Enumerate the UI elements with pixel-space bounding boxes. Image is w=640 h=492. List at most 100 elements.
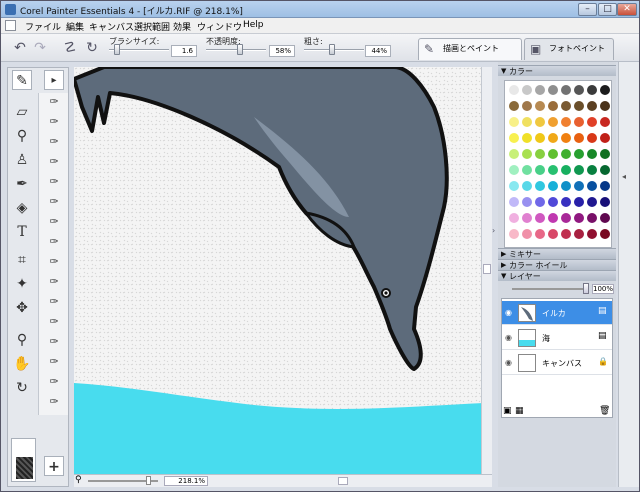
color-swatch[interactable] bbox=[522, 117, 532, 127]
color-swatch[interactable] bbox=[509, 149, 519, 159]
layer-options-icon[interactable]: ▦ bbox=[515, 406, 524, 416]
color-swatch[interactable] bbox=[535, 213, 545, 223]
vscroll-thumb[interactable] bbox=[483, 264, 491, 274]
color-swatch[interactable] bbox=[574, 165, 584, 175]
color-swatch[interactable] bbox=[600, 229, 610, 239]
menu-effects[interactable]: 効果 bbox=[173, 20, 191, 33]
color-swatch[interactable] bbox=[600, 101, 610, 111]
grain-value[interactable]: 44% bbox=[365, 45, 391, 57]
brush-variant-icon-15[interactable]: ✑ bbox=[45, 375, 63, 389]
maximize-button[interactable]: □ bbox=[598, 3, 617, 16]
color-swatch[interactable] bbox=[548, 165, 558, 175]
tab-paint[interactable]: ✎ 描画とペイント bbox=[418, 38, 522, 60]
color-swatch[interactable] bbox=[522, 229, 532, 239]
brush-size-thumb[interactable] bbox=[114, 44, 120, 55]
color-swatch[interactable] bbox=[522, 101, 532, 111]
brush-variant-icon-14[interactable]: ✑ bbox=[45, 355, 63, 369]
collapse-side-icon[interactable]: ◂ bbox=[622, 172, 626, 181]
brush-variant-icon-12[interactable]: ✑ bbox=[45, 315, 63, 329]
color-swatch[interactable] bbox=[522, 197, 532, 207]
color-swatch[interactable] bbox=[535, 197, 545, 207]
color-swatch[interactable] bbox=[561, 101, 571, 111]
color-swatch[interactable] bbox=[600, 149, 610, 159]
menu-help[interactable]: Help bbox=[243, 20, 264, 30]
layer-opacity-slider[interactable] bbox=[512, 288, 586, 290]
brush-variant-icon-3[interactable]: ✑ bbox=[45, 135, 63, 149]
layer-row-dolphin[interactable]: ◉ イルカ ▤ bbox=[502, 301, 612, 325]
brush-library-arrow-icon[interactable]: ▸ bbox=[44, 70, 64, 90]
color-swatch[interactable] bbox=[548, 181, 558, 191]
color-swatch[interactable] bbox=[561, 149, 571, 159]
color-swatch[interactable] bbox=[574, 101, 584, 111]
color-swatch[interactable] bbox=[561, 229, 571, 239]
color-swatch[interactable] bbox=[574, 181, 584, 191]
mixer-panel-header[interactable]: ▶ ミキサー bbox=[498, 248, 616, 259]
color-swatch[interactable] bbox=[522, 149, 532, 159]
text-tool-icon[interactable]: T bbox=[12, 222, 32, 242]
color-swatch[interactable] bbox=[548, 213, 558, 223]
color-swatch[interactable] bbox=[600, 117, 610, 127]
color-swatch[interactable] bbox=[574, 229, 584, 239]
color-swatch[interactable] bbox=[548, 117, 558, 127]
color-swatch[interactable] bbox=[561, 165, 571, 175]
layer-row-canvas[interactable]: ◉ キャンバス 🔒 bbox=[502, 351, 612, 375]
color-swatch[interactable] bbox=[509, 117, 519, 127]
color-swatch[interactable] bbox=[587, 181, 597, 191]
grain-thumb[interactable] bbox=[329, 44, 335, 55]
color-swatch[interactable] bbox=[574, 197, 584, 207]
color-swatch[interactable] bbox=[561, 181, 571, 191]
eye-icon[interactable]: ◉ bbox=[505, 334, 515, 342]
undo-icon[interactable]: ↶ bbox=[11, 39, 29, 57]
fill-tool-icon[interactable]: ◈ bbox=[12, 198, 32, 218]
trash-icon[interactable]: 🗑 bbox=[599, 406, 610, 416]
color-swatch[interactable] bbox=[561, 197, 571, 207]
dropper-tool-icon[interactable]: ⚲ bbox=[12, 126, 32, 146]
eye-icon[interactable]: ◉ bbox=[505, 359, 515, 367]
brush-variant-icon-6[interactable]: ✑ bbox=[45, 195, 63, 209]
color-swatch[interactable] bbox=[600, 197, 610, 207]
color-swatch[interactable] bbox=[587, 101, 597, 111]
color-swatch[interactable] bbox=[587, 197, 597, 207]
color-swatch[interactable] bbox=[548, 149, 558, 159]
vertical-scrollbar[interactable] bbox=[481, 67, 492, 474]
move-tool-icon[interactable]: ✥ bbox=[12, 298, 32, 318]
color-swatch[interactable] bbox=[548, 85, 558, 95]
brush-variant-icon-16[interactable]: ✑ bbox=[45, 395, 63, 409]
brush-variant-icon-2[interactable]: ✑ bbox=[45, 115, 63, 129]
color-swatch[interactable] bbox=[548, 133, 558, 143]
close-button[interactable]: ✕ bbox=[617, 3, 637, 16]
zoom-value[interactable]: 218.1% bbox=[164, 476, 208, 486]
color-swatch[interactable] bbox=[548, 229, 558, 239]
magnifier-icon[interactable]: ⚲ bbox=[12, 330, 32, 350]
brush-tool-icon[interactable]: ✎ bbox=[12, 70, 32, 90]
color-swatch[interactable] bbox=[587, 133, 597, 143]
menu-window[interactable]: ウィンドウ bbox=[197, 20, 242, 33]
menu-file[interactable]: ファイル bbox=[25, 20, 61, 33]
color-swatch[interactable] bbox=[600, 85, 610, 95]
color-swatch[interactable] bbox=[509, 165, 519, 175]
opacity-thumb[interactable] bbox=[237, 44, 243, 55]
brush-variant-icon-13[interactable]: ✑ bbox=[45, 335, 63, 349]
color-swatch[interactable] bbox=[522, 133, 532, 143]
zoom-icon[interactable]: ⚲ bbox=[75, 475, 82, 485]
color-swatch[interactable] bbox=[522, 181, 532, 191]
color-swatch[interactable] bbox=[535, 149, 545, 159]
color-swatch[interactable] bbox=[535, 229, 545, 239]
brush-variant-icon-11[interactable]: ✑ bbox=[45, 295, 63, 309]
zoom-slider-thumb[interactable] bbox=[146, 476, 151, 485]
rotate-page-icon[interactable]: ↻ bbox=[12, 378, 32, 398]
color-swatch[interactable] bbox=[600, 181, 610, 191]
menu-canvas[interactable]: キャンバス bbox=[89, 20, 134, 33]
pen-tool-icon[interactable]: ✒ bbox=[12, 174, 32, 194]
eraser-tool-icon[interactable]: ▱ bbox=[12, 102, 32, 122]
horizontal-scrollbar[interactable]: ⚲ 218.1% bbox=[74, 474, 492, 487]
layer-opacity-thumb[interactable] bbox=[583, 283, 589, 294]
color-swatch[interactable] bbox=[587, 213, 597, 223]
color-swatch[interactable] bbox=[587, 117, 597, 127]
color-swatch[interactable] bbox=[574, 149, 584, 159]
color-swatch-grid[interactable] bbox=[504, 80, 612, 248]
opacity-slider[interactable] bbox=[206, 49, 266, 51]
color-swatch[interactable] bbox=[574, 213, 584, 223]
color-swatch[interactable] bbox=[587, 85, 597, 95]
color-swatch[interactable] bbox=[522, 213, 532, 223]
